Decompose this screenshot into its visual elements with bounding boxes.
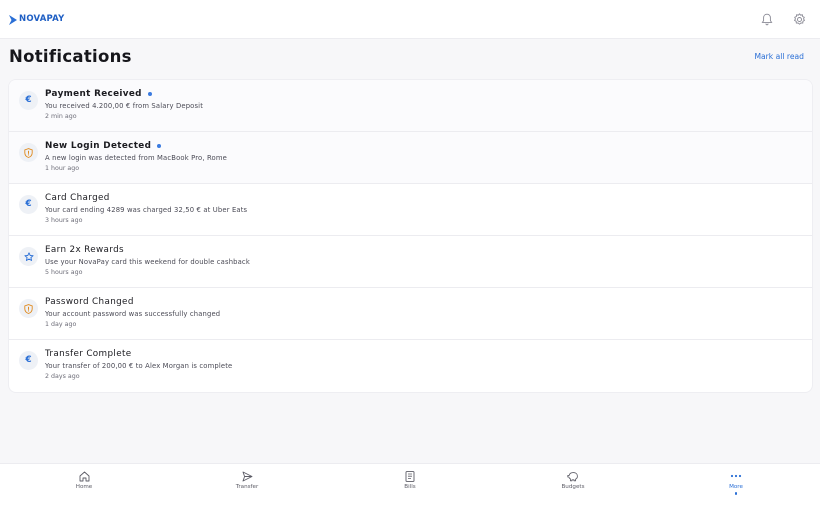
page-title: Notifications: [9, 47, 132, 66]
nav-item-budgets[interactable]: Budgets: [543, 470, 603, 490]
notification-time: 1 hour ago: [45, 165, 80, 172]
notification-title-row: Payment Received: [45, 89, 152, 99]
settings-gear-icon[interactable]: [792, 12, 806, 26]
star-icon: [19, 247, 38, 266]
notification-time: 5 hours ago: [45, 269, 83, 276]
logo-mark-icon: [9, 10, 17, 29]
euro-glyph: €: [25, 355, 32, 365]
notification-title: Transfer Complete: [45, 349, 132, 359]
euro-icon: €: [19, 195, 38, 214]
notification-list: € Payment Received You received 4.200,00…: [9, 80, 812, 392]
notification-title: Password Changed: [45, 297, 134, 307]
nav-label: Transfer: [235, 484, 259, 490]
euro-glyph: €: [25, 199, 32, 209]
notification-body: A new login was detected from MacBook Pr…: [45, 154, 227, 162]
brand-name: NOVAPAY: [19, 14, 65, 24]
notifications-bell-icon[interactable]: [760, 12, 774, 26]
notification-item[interactable]: € Transfer Complete Your transfer of 200…: [9, 340, 812, 392]
mark-all-read-link[interactable]: Mark all read: [754, 52, 804, 61]
notification-body: Your transfer of 200,00 € to Alex Morgan…: [45, 362, 233, 370]
euro-icon: €: [19, 351, 38, 370]
notification-time: 2 min ago: [45, 113, 77, 120]
notification-title-row: Earn 2x Rewards: [45, 245, 124, 255]
notification-title: Earn 2x Rewards: [45, 245, 124, 255]
nav-label: More: [729, 484, 743, 490]
nav-item-home[interactable]: Home: [54, 470, 114, 490]
nav-item-more[interactable]: More: [706, 470, 766, 495]
notification-title: New Login Detected: [45, 141, 152, 151]
nav-label: Budgets: [561, 484, 585, 490]
nav-label: Bills: [404, 484, 416, 490]
notification-body: You received 4.200,00 € from Salary Depo…: [45, 102, 204, 110]
brand-logo[interactable]: NOVAPAY: [9, 13, 64, 25]
notification-time: 3 hours ago: [45, 217, 83, 224]
notification-body: Your account password was successfully c…: [45, 310, 221, 318]
notification-item[interactable]: € Payment Received You received 4.200,00…: [9, 80, 812, 132]
unread-dot: [157, 144, 162, 148]
notification-title-row: Card Charged: [45, 193, 110, 203]
notification-item[interactable]: Earn 2x Rewards Use your NovaPay card th…: [9, 236, 812, 288]
notification-title: Card Charged: [45, 193, 110, 203]
notification-title-row: Password Changed: [45, 297, 134, 307]
notification-time: 2 days ago: [45, 373, 80, 380]
notification-item[interactable]: New Login Detected A new login was detec…: [9, 132, 812, 184]
send-icon: [241, 470, 253, 482]
notification-title-row: Transfer Complete: [45, 349, 132, 359]
notification-body: Your card ending 4289 was charged 32,50 …: [45, 206, 248, 214]
more-icon: [730, 470, 742, 482]
notification-title-row: New Login Detected: [45, 141, 162, 151]
unread-dot: [147, 92, 152, 96]
notification-time: 1 day ago: [45, 321, 77, 328]
nav-label: Home: [75, 484, 93, 490]
notification-item[interactable]: € Card Charged Your card ending 4289 was…: [9, 184, 812, 236]
home-icon: [78, 470, 90, 482]
bill-icon: [404, 470, 416, 482]
bottom-nav: Home Transfer Bills Budgets More: [0, 463, 820, 512]
nav-item-transfer[interactable]: Transfer: [217, 470, 277, 490]
euro-glyph: €: [25, 95, 32, 105]
active-indicator-dot: [734, 492, 738, 495]
euro-icon: €: [19, 91, 38, 110]
notification-body: Use your NovaPay card this weekend for d…: [45, 258, 250, 266]
shield-icon: [19, 299, 38, 318]
piggy-bank-icon: [567, 470, 579, 482]
notification-title: Payment Received: [45, 89, 142, 99]
nav-item-bills[interactable]: Bills: [380, 470, 440, 490]
notification-item[interactable]: Password Changed Your account password w…: [9, 288, 812, 340]
top-bar: NOVAPAY: [0, 0, 820, 39]
shield-icon: [19, 143, 38, 162]
